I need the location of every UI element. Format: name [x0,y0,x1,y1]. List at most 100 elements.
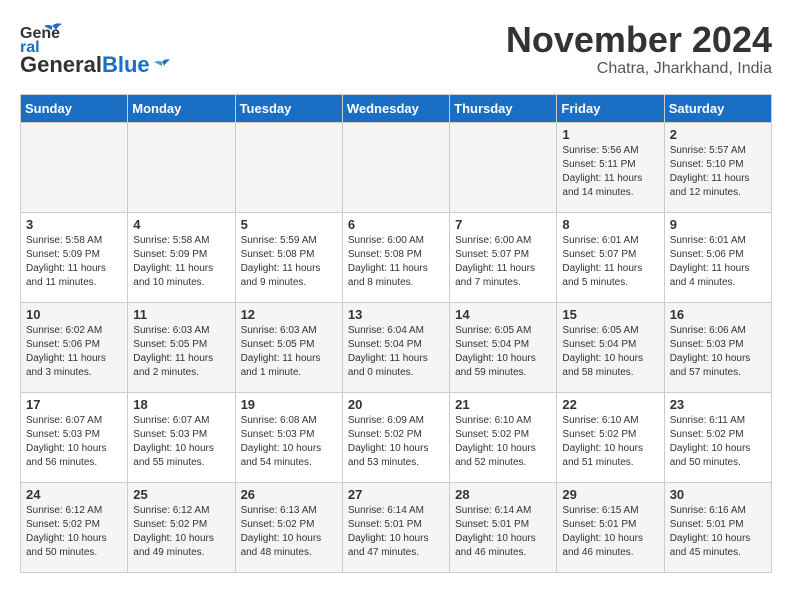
day-info: Sunrise: 6:06 AM Sunset: 5:03 PM Dayligh… [670,324,766,380]
calendar-cell: 23Sunrise: 6:11 AM Sunset: 5:02 PM Dayli… [664,393,771,483]
calendar-cell [21,123,128,213]
day-number: 23 [670,397,766,412]
calendar-cell: 9 Sunrise: 6:01 AM Sunset: 5:06 PM Daylig… [664,213,771,303]
calendar-cell: 27Sunrise: 6:14 AM Sunset: 5:01 PM Dayli… [342,483,449,573]
day-info: Sunrise: 6:10 AM Sunset: 5:02 PM Dayligh… [455,414,551,470]
day-info: Sunrise: 5:56 AM Sunset: 5:11 PM Dayligh… [562,144,658,200]
calendar-cell [342,123,449,213]
day-number: 17 [26,397,122,412]
day-info: Sunrise: 6:04 AM Sunset: 5:04 PM Dayligh… [348,324,444,380]
day-info: Sunrise: 6:16 AM Sunset: 5:01 PM Dayligh… [670,504,766,560]
day-number: 4 [133,217,229,232]
day-info: Sunrise: 5:57 AM Sunset: 5:10 PM Dayligh… [670,144,766,200]
day-number: 5 [241,217,337,232]
logo: Gene ral General Blue [20,20,172,78]
calendar-cell: 3Sunrise: 5:58 AM Sunset: 5:09 PM Daylig… [21,213,128,303]
title-block: November 2024 Chatra, Jharkhand, India [506,20,772,78]
day-number: 19 [241,397,337,412]
day-number: 14 [455,307,551,322]
day-number: 6 [348,217,444,232]
logo-icon: Gene ral [20,20,64,52]
calendar-cell: 21 Sunrise: 6:10 AM Sunset: 5:02 PM Dayli… [450,393,557,483]
day-number: 11 [133,307,229,322]
calendar-cell: 29Sunrise: 6:15 AM Sunset: 5:01 PM Dayli… [557,483,664,573]
calendar-cell [235,123,342,213]
day-number: 30 [670,487,766,502]
day-info: Sunrise: 6:10 AM Sunset: 5:02 PM Dayligh… [562,414,658,470]
calendar-cell [450,123,557,213]
calendar-week-row: 10Sunrise: 6:02 AM Sunset: 5:06 PM Dayli… [21,303,772,393]
calendar-cell: 13 Sunrise: 6:04 AM Sunset: 5:04 PM Dayli… [342,303,449,393]
calendar-cell [128,123,235,213]
day-number: 26 [241,487,337,502]
calendar-cell: 30 Sunrise: 6:16 AM Sunset: 5:01 PM Dayli… [664,483,771,573]
calendar-week-row: 3Sunrise: 5:58 AM Sunset: 5:09 PM Daylig… [21,213,772,303]
day-info: Sunrise: 6:14 AM Sunset: 5:01 PM Dayligh… [455,504,551,560]
calendar-cell: 19 Sunrise: 6:08 AM Sunset: 5:03 PM Dayli… [235,393,342,483]
month-title: November 2024 [506,20,772,60]
day-info: Sunrise: 6:00 AM Sunset: 5:07 PM Dayligh… [455,234,551,290]
calendar-cell: 17 Sunrise: 6:07 AM Sunset: 5:03 PM Dayli… [21,393,128,483]
calendar-table: SundayMondayTuesdayWednesdayThursdayFrid… [20,94,772,573]
day-info: Sunrise: 6:08 AM Sunset: 5:03 PM Dayligh… [241,414,337,470]
day-number: 9 [670,217,766,232]
day-number: 24 [26,487,122,502]
calendar-cell: 5Sunrise: 5:59 AM Sunset: 5:08 PM Daylig… [235,213,342,303]
day-info: Sunrise: 5:58 AM Sunset: 5:09 PM Dayligh… [133,234,229,290]
calendar-cell: 7Sunrise: 6:00 AM Sunset: 5:07 PM Daylig… [450,213,557,303]
day-number: 28 [455,487,551,502]
day-info: Sunrise: 6:09 AM Sunset: 5:02 PM Dayligh… [348,414,444,470]
calendar-cell: 8Sunrise: 6:01 AM Sunset: 5:07 PM Daylig… [557,213,664,303]
day-info: Sunrise: 6:07 AM Sunset: 5:03 PM Dayligh… [26,414,122,470]
calendar-cell: 25 Sunrise: 6:12 AM Sunset: 5:02 PM Dayli… [128,483,235,573]
location: Chatra, Jharkhand, India [506,60,772,78]
calendar-cell: 15 Sunrise: 6:05 AM Sunset: 5:04 PM Dayli… [557,303,664,393]
day-info: Sunrise: 6:15 AM Sunset: 5:01 PM Dayligh… [562,504,658,560]
svg-text:ral: ral [20,39,40,52]
day-number: 18 [133,397,229,412]
page-header: Gene ral General Blue November 2024 Chat… [20,20,772,78]
day-info: Sunrise: 6:00 AM Sunset: 5:08 PM Dayligh… [348,234,444,290]
day-number: 13 [348,307,444,322]
day-number: 21 [455,397,551,412]
calendar-cell: 20 Sunrise: 6:09 AM Sunset: 5:02 PM Dayli… [342,393,449,483]
calendar-cell: 14Sunrise: 6:05 AM Sunset: 5:04 PM Dayli… [450,303,557,393]
day-info: Sunrise: 6:12 AM Sunset: 5:02 PM Dayligh… [133,504,229,560]
day-number: 27 [348,487,444,502]
day-number: 2 [670,127,766,142]
calendar-cell: 1 Sunrise: 5:56 AM Sunset: 5:11 PM Daylig… [557,123,664,213]
day-info: Sunrise: 6:07 AM Sunset: 5:03 PM Dayligh… [133,414,229,470]
day-number: 22 [562,397,658,412]
calendar-cell: 16Sunrise: 6:06 AM Sunset: 5:03 PM Dayli… [664,303,771,393]
weekday-header: Monday [128,95,235,123]
calendar-week-row: 17 Sunrise: 6:07 AM Sunset: 5:03 PM Dayli… [21,393,772,483]
day-number: 1 [562,127,658,142]
weekday-header: Wednesday [342,95,449,123]
calendar-cell: 4 Sunrise: 5:58 AM Sunset: 5:09 PM Daylig… [128,213,235,303]
day-info: Sunrise: 6:03 AM Sunset: 5:05 PM Dayligh… [241,324,337,380]
day-number: 20 [348,397,444,412]
day-info: Sunrise: 6:01 AM Sunset: 5:06 PM Dayligh… [670,234,766,290]
day-info: Sunrise: 6:05 AM Sunset: 5:04 PM Dayligh… [562,324,658,380]
calendar-cell: 10Sunrise: 6:02 AM Sunset: 5:06 PM Dayli… [21,303,128,393]
calendar-cell: 18 Sunrise: 6:07 AM Sunset: 5:03 PM Dayli… [128,393,235,483]
logo-text-general: General [20,52,102,78]
day-number: 10 [26,307,122,322]
day-number: 25 [133,487,229,502]
day-number: 12 [241,307,337,322]
day-info: Sunrise: 6:13 AM Sunset: 5:02 PM Dayligh… [241,504,337,560]
calendar-cell: 28 Sunrise: 6:14 AM Sunset: 5:01 PM Dayli… [450,483,557,573]
weekday-header: Friday [557,95,664,123]
calendar-cell: 26 Sunrise: 6:13 AM Sunset: 5:02 PM Dayli… [235,483,342,573]
logo-bird-icon [152,58,172,72]
weekday-header-row: SundayMondayTuesdayWednesdayThursdayFrid… [21,95,772,123]
calendar-cell: 2 Sunrise: 5:57 AM Sunset: 5:10 PM Daylig… [664,123,771,213]
day-info: Sunrise: 6:01 AM Sunset: 5:07 PM Dayligh… [562,234,658,290]
day-info: Sunrise: 6:03 AM Sunset: 5:05 PM Dayligh… [133,324,229,380]
calendar-week-row: 1 Sunrise: 5:56 AM Sunset: 5:11 PM Daylig… [21,123,772,213]
day-number: 15 [562,307,658,322]
weekday-header: Tuesday [235,95,342,123]
weekday-header: Saturday [664,95,771,123]
calendar-cell: 22 Sunrise: 6:10 AM Sunset: 5:02 PM Dayli… [557,393,664,483]
weekday-header: Sunday [21,95,128,123]
